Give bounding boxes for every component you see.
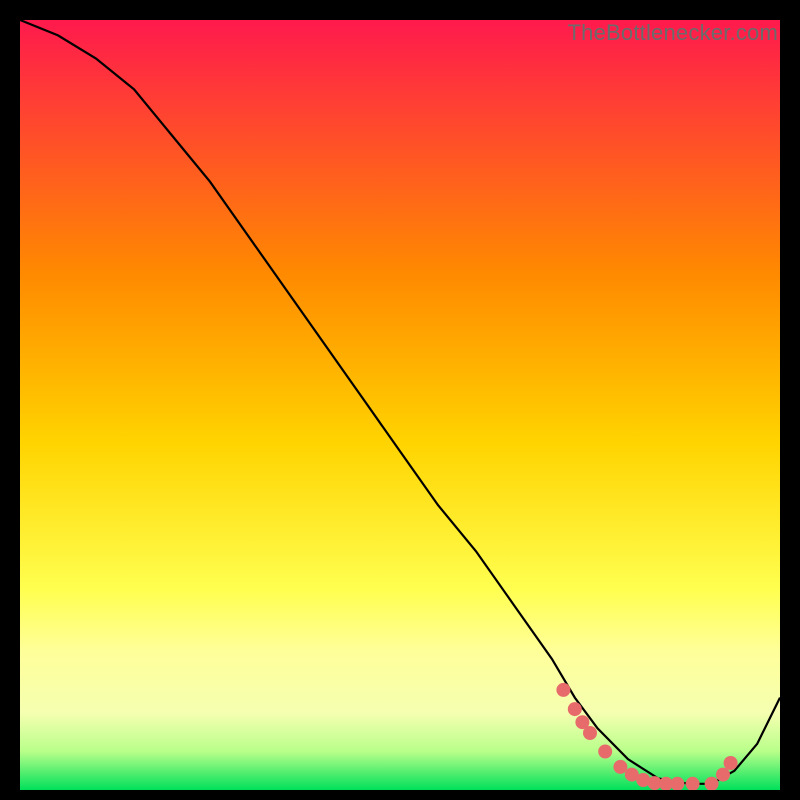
chart-frame: TheBottlenecker.com	[20, 20, 780, 790]
data-marker	[598, 745, 612, 759]
data-marker	[716, 768, 730, 782]
bottleneck-chart	[20, 20, 780, 790]
gradient-bg	[20, 20, 780, 790]
data-marker	[556, 683, 570, 697]
data-marker	[613, 760, 627, 774]
data-marker	[724, 756, 738, 770]
data-marker	[583, 726, 597, 740]
data-marker	[568, 702, 582, 716]
watermark-text: TheBottlenecker.com	[568, 20, 778, 46]
